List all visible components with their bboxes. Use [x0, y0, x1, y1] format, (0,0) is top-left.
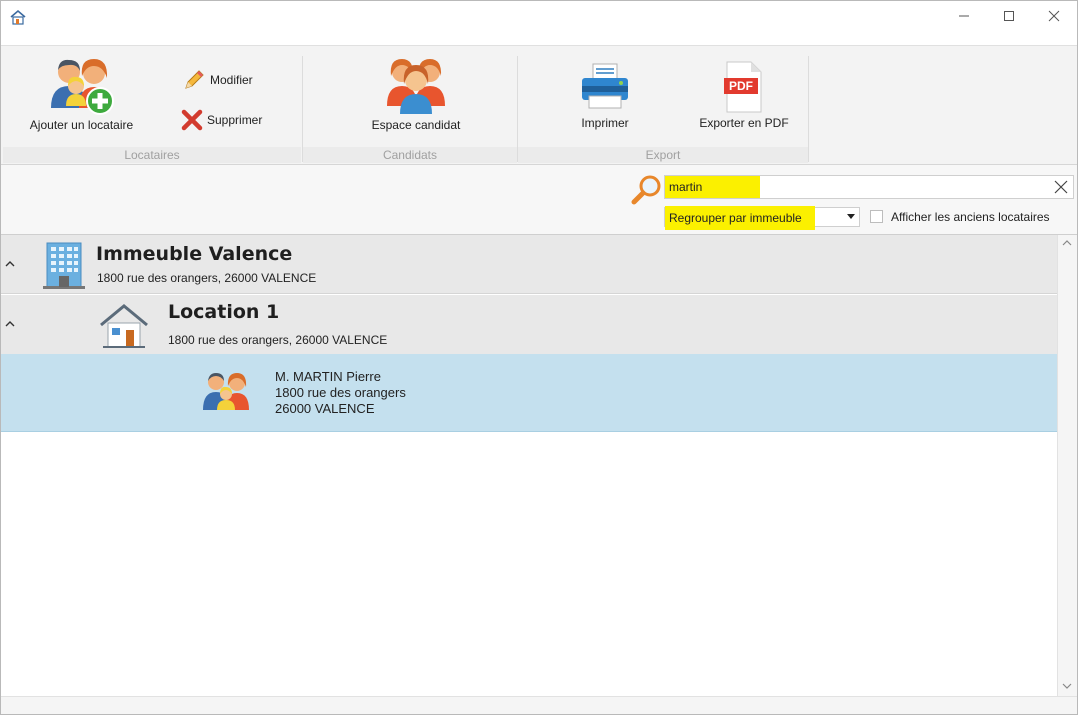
group-label-candidates: Candidats: [303, 147, 517, 163]
tenant-list: Immeuble Valence 1800 rue des orangers, …: [1, 235, 1057, 696]
group-divider: [808, 56, 809, 162]
pdf-file-icon: PDF: [724, 61, 762, 113]
title-bar: [1, 1, 1077, 33]
close-icon: [1048, 10, 1060, 22]
search-value: martin: [669, 180, 703, 194]
tenant-row[interactable]: M. MARTIN Pierre 1800 rue des orangers 2…: [1, 354, 1057, 432]
add-tenant-button[interactable]: Ajouter un locataire: [19, 56, 144, 132]
tenant-city: 26000 VALENCE: [275, 401, 375, 416]
maximize-icon: [1004, 11, 1014, 21]
location-row[interactable]: Location 1 1800 rue des orangers, 26000 …: [1, 295, 1057, 354]
ribbon-toolbar: Ajouter un locataire Modifier Supprimer …: [1, 45, 1077, 165]
pdf-icon-text: PDF: [729, 79, 753, 93]
printer-icon: [582, 63, 628, 109]
minimize-button[interactable]: [941, 1, 987, 31]
search-input[interactable]: martin: [664, 175, 1074, 199]
tenant-couple-icon: [203, 373, 249, 410]
building-name: Immeuble Valence: [96, 243, 293, 265]
candidate-space-label: Espace candidat: [371, 118, 461, 132]
building-row[interactable]: Immeuble Valence 1800 rue des orangers, …: [1, 235, 1057, 294]
chevron-up-icon[interactable]: [4, 259, 16, 269]
scroll-up-icon[interactable]: [1062, 239, 1072, 247]
vertical-scrollbar[interactable]: [1057, 235, 1077, 696]
status-bar: [1, 696, 1077, 714]
location-address: 1800 rue des orangers, 26000 VALENCE: [168, 333, 388, 347]
building-icon: [43, 242, 85, 289]
delete-label: Supprimer: [207, 113, 263, 127]
print-label: Imprimer: [581, 116, 629, 130]
tenant-street: 1800 rue des orangers: [275, 385, 406, 400]
modify-label: Modifier: [210, 73, 253, 87]
magnifier-icon: [631, 175, 661, 205]
house-icon: [10, 9, 26, 25]
show-former-tenants-label: Afficher les anciens locataires: [891, 210, 1050, 224]
tenant-name: M. MARTIN Pierre: [275, 369, 381, 384]
app-window: Ajouter un locataire Modifier Supprimer …: [0, 0, 1078, 715]
building-address: 1800 rue des orangers, 26000 VALENCE: [97, 271, 317, 285]
candidate-space-button[interactable]: Espace candidat: [356, 56, 476, 132]
modify-button[interactable]: Modifier: [182, 68, 253, 92]
delete-x-icon: [181, 109, 203, 131]
group-by-select[interactable]: Regrouper par immeuble: [664, 206, 860, 230]
maximize-button[interactable]: [986, 1, 1032, 31]
group-label-export: Export: [518, 147, 808, 163]
location-name: Location 1: [168, 301, 280, 323]
minimize-icon: [959, 15, 969, 17]
clear-search-icon[interactable]: [1053, 179, 1069, 195]
scroll-down-icon[interactable]: [1062, 682, 1072, 690]
close-button[interactable]: [1031, 1, 1077, 31]
show-former-tenants-checkbox[interactable]: [870, 210, 883, 223]
house-icon: [100, 304, 148, 348]
dropdown-arrow-icon: [847, 214, 855, 219]
export-pdf-button[interactable]: PDF Exporter en PDF: [694, 58, 794, 130]
delete-button[interactable]: Supprimer: [181, 109, 262, 131]
group-label-tenants: Locataires: [3, 147, 301, 163]
pencil-icon: [185, 70, 204, 89]
add-tenant-label: Ajouter un locataire: [29, 118, 134, 132]
group-by-value: Regrouper par immeuble: [669, 211, 802, 225]
candidates-group-icon: [387, 59, 445, 114]
filter-bar: martin Regrouper par immeuble Afficher l…: [1, 165, 1077, 235]
chevron-up-icon[interactable]: [4, 319, 16, 329]
add-tenant-icon: [50, 59, 114, 115]
print-button[interactable]: Imprimer: [560, 58, 650, 130]
export-pdf-label: Exporter en PDF: [699, 116, 789, 130]
